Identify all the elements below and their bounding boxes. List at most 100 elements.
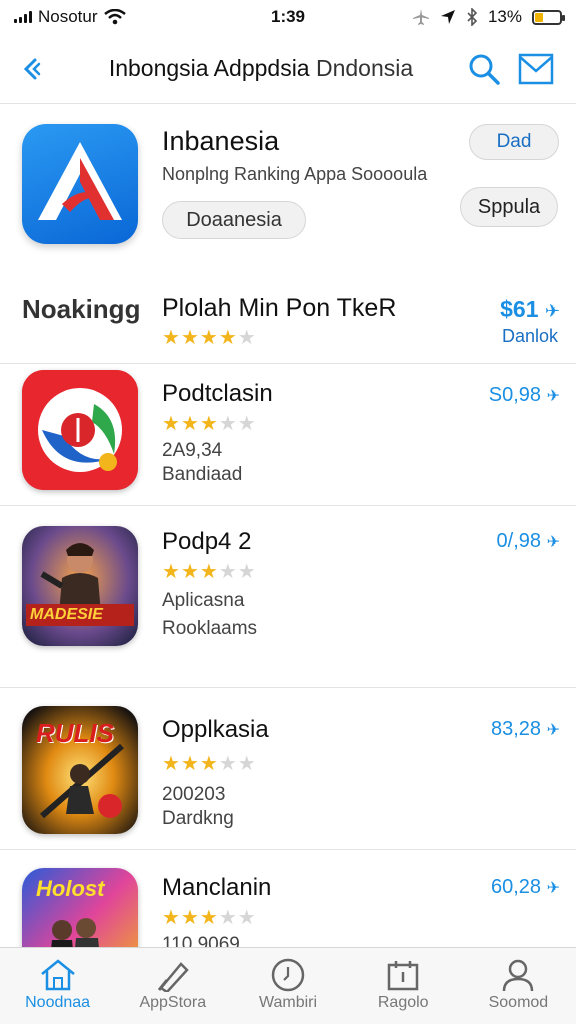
star-empty-icon: ★	[218, 561, 237, 583]
pen-icon	[155, 956, 191, 994]
star-filled-icon: ★	[162, 753, 180, 775]
tab-profile[interactable]: Soomod	[461, 948, 576, 1024]
tab-label: Ragolo	[377, 994, 429, 1011]
star-filled-icon: ★	[180, 327, 199, 349]
star-filled-icon: ★	[199, 753, 218, 775]
star-filled-icon: ★	[199, 907, 218, 929]
star-empty-icon: ★	[218, 753, 237, 775]
download-arrow-icon: ✈	[546, 534, 560, 551]
star-filled-icon: ★	[162, 327, 180, 349]
battery-level	[535, 12, 543, 22]
location-arrow-icon	[440, 10, 455, 24]
star-filled-icon: ★	[162, 907, 180, 929]
app-meta-primary: 110 9069	[162, 934, 240, 947]
price-sublabel: Danlok	[501, 326, 558, 346]
back-button[interactable]	[0, 34, 64, 104]
featured-app-title: Inbanesia	[162, 126, 280, 156]
search-button[interactable]	[458, 34, 510, 104]
ranking-row[interactable]: Noakingg Plolah Min Pon TkeR ★ ★ ★ ★ ★ $61 ✈…	[0, 280, 576, 364]
tab-bar: Noodnaa AppStora Wambiri Ragolo Soomod	[0, 947, 576, 1024]
list-item[interactable]: Podtclasin ★ ★ ★ ★ ★ 2A9,34 Bandiaad S0,98 ✈	[0, 364, 576, 506]
featured-app-subtitle: Nonplng Ranking Appa Sooooula	[162, 164, 428, 184]
tab-label: Noodnaa	[25, 994, 91, 1011]
star-filled-icon: ★	[180, 907, 199, 929]
tab-updates[interactable]: Wambiri	[230, 948, 345, 1024]
mail-button[interactable]	[510, 34, 562, 104]
star-rating: ★ ★ ★ ★ ★	[162, 414, 256, 434]
app-meta-secondary: Bandiaad	[162, 464, 243, 485]
status-bar: Nosotur 1:39 13%	[0, 0, 576, 34]
price-button[interactable]: 60,28 ✈	[491, 876, 560, 899]
star-rating: ★ ★ ★ ★ ★	[162, 908, 256, 928]
star-empty-icon: ★	[237, 753, 256, 775]
list-item[interactable]: MADESIE Podp4 2 ★ ★ ★ ★ ★ Aplicasna Rooklaam…	[0, 506, 576, 688]
page-title-region: Dndonsia	[315, 55, 414, 81]
star-empty-icon: ★	[237, 413, 256, 435]
clock-icon	[270, 956, 306, 994]
ranking-app-name: Plolah Min Pon TkeR	[162, 294, 397, 322]
app-icon-text: Holost	[36, 876, 105, 901]
star-empty-icon: ★	[218, 413, 237, 435]
chevron-left-icon	[23, 58, 41, 79]
price-button[interactable]: $61 ✈	[500, 296, 560, 323]
navigation-bar: Inbongsia Adppdsia Dndonsia	[0, 34, 576, 104]
tab-calendar[interactable]: Ragolo	[346, 948, 461, 1024]
price-label: S0,98	[488, 384, 542, 406]
price-button[interactable]: 0/,98 ✈	[497, 530, 560, 553]
star-rating: ★ ★ ★ ★ ★	[162, 754, 256, 774]
app-icon[interactable]: MADESIE	[22, 526, 138, 646]
category-chip[interactable]: Doaanesia	[162, 201, 306, 239]
page-title: Inbongsia Adppdsia Dndonsia	[64, 55, 458, 82]
cellular-signal-icon	[14, 11, 32, 23]
tab-home[interactable]: Noodnaa	[0, 948, 115, 1024]
carrier-label: Nosotur	[38, 7, 98, 26]
tab-label: AppStora	[139, 994, 207, 1011]
person-icon	[500, 956, 536, 994]
download-arrow-icon: ✈	[546, 722, 560, 739]
app-icon[interactable]: Holost	[22, 868, 138, 947]
star-filled-icon: ★	[218, 327, 237, 349]
star-filled-icon: ★	[180, 753, 199, 775]
app-icon-text: MADESIE	[30, 606, 103, 623]
page-title-main: Inbongsia Adppdsia	[108, 55, 310, 81]
app-meta-primary: 2A9,34	[162, 440, 223, 461]
get-button[interactable]: Dad	[469, 124, 559, 160]
star-rating: ★ ★ ★ ★ ★	[162, 328, 256, 348]
secondary-button[interactable]: Sppula	[460, 187, 558, 227]
calendar-icon	[386, 956, 420, 994]
status-left: Nosotur	[14, 7, 214, 27]
price-button[interactable]: 83,28 ✈	[491, 718, 560, 741]
tab-label: Wambiri	[258, 994, 318, 1011]
star-empty-icon: ★	[237, 561, 256, 583]
mail-icon	[518, 53, 554, 84]
airplane-icon	[412, 9, 429, 25]
star-filled-icon: ★	[199, 327, 218, 349]
list-item[interactable]: Holost Manclanin ★ ★ ★ ★ ★ 110 9069 60,28 ✈	[0, 850, 576, 947]
download-arrow-icon: ✈	[544, 301, 560, 321]
wifi-icon	[103, 9, 126, 25]
battery-percent: 13%	[487, 7, 522, 26]
app-icon[interactable]: RULIS	[22, 706, 138, 834]
status-right: 13%	[362, 7, 565, 27]
star-filled-icon: ★	[199, 413, 218, 435]
tab-appstore[interactable]: AppStora	[115, 948, 230, 1024]
featured-app[interactable]: Inbanesia Nonplng Ranking Appa Sooooula …	[0, 104, 576, 274]
app-meta-primary: 200203	[162, 784, 226, 805]
app-icon-text: RULIS	[36, 718, 114, 748]
app-icon[interactable]	[22, 370, 138, 490]
app-meta-primary: Aplicasna	[162, 590, 245, 611]
featured-app-icon[interactable]	[22, 124, 138, 244]
clock: 1:39	[270, 7, 306, 26]
star-filled-icon: ★	[180, 561, 199, 583]
price-label: 83,28	[490, 718, 542, 740]
star-filled-icon: ★	[199, 561, 218, 583]
star-empty-icon: ★	[237, 327, 256, 349]
list-item[interactable]: RULIS Opplkasia ★ ★ ★ ★ ★ 200203 Dardkng 83,…	[0, 688, 576, 850]
star-rating: ★ ★ ★ ★ ★	[162, 562, 256, 582]
app-meta-secondary: Rooklaams	[162, 618, 258, 639]
price-button[interactable]: S0,98 ✈	[489, 384, 560, 407]
app-name: Opplkasia	[162, 716, 269, 743]
bluetooth-icon	[467, 8, 478, 26]
star-filled-icon: ★	[162, 561, 180, 583]
download-arrow-icon: ✈	[546, 388, 560, 405]
